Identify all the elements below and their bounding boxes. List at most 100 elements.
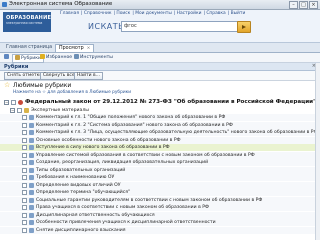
tree-checkbox[interactable] [17,108,22,113]
collapse-toggle[interactable]: − [4,100,9,105]
document-title: Управление системой образования в соотве… [36,152,255,158]
top-link[interactable]: Поиск [116,11,130,16]
folder-icon [24,108,29,113]
tree-checkbox[interactable] [22,167,27,173]
document-icon [29,152,34,158]
document-title: Комментарий к гл. 1 "Общие положения" но… [36,115,226,120]
document-icon [29,205,34,210]
tab-home-label: Главная страница [6,45,53,50]
tree-checkbox[interactable] [22,145,27,150]
scrollbar[interactable] [315,63,320,240]
tree-checkbox[interactable] [22,122,27,128]
tree-document-row[interactable]: Особенности привлечения учащихся к дисци… [0,219,320,226]
top-link[interactable]: Мои документы [135,11,172,16]
gear-icon [74,54,79,59]
document-title: Права учащихся в соответствии с новым за… [36,205,209,210]
tree-document-row[interactable]: Дисциплинарная ответственность обучающих… [0,211,320,219]
tree-checkbox[interactable] [22,152,27,158]
tree-document-row[interactable]: Комментарий к гл. 3 "Лица, осуществляющи… [0,129,320,136]
favorites-hint: Нажмите на ☆ для добавления в Любимые ру… [13,90,131,95]
document-icon [29,137,34,143]
top-link[interactable]: Главная [60,11,79,16]
tree-checkbox[interactable] [11,100,16,105]
tree-checkbox[interactable] [22,175,27,180]
document-icon [29,212,34,218]
maximize-button[interactable]: □ [299,1,308,9]
tree-checkbox[interactable] [22,197,27,203]
document-icon [29,160,34,165]
tree-document-row[interactable]: Снятие дисциплинарного взыскания [0,226,320,234]
document-title: Вступление в силу нового закона об образ… [36,145,170,150]
tree-document-row[interactable]: Определение термина "обучающийся" [0,189,320,196]
tree-document-row[interactable]: Социальные гарантии руководителям в соот… [0,196,320,204]
law-title: Федеральный закон от 29.12.2012 № 273-ФЗ… [25,99,317,105]
document-icon [29,175,34,180]
logo-subtitle: электронная система [6,21,43,25]
document-icon [29,115,34,120]
back-icon [4,54,9,59]
star-icon[interactable]: ☆ [4,82,11,89]
collapse-toggle[interactable]: − [10,108,15,113]
document-title: Требования к наименованию ОУ [36,175,115,180]
tree-checkbox[interactable] [22,130,27,135]
tree-checkbox[interactable] [22,137,27,143]
document-title: Особенности привлечения учащихся к дисци… [36,220,216,225]
tab-home[interactable]: Главная страница× [3,44,62,51]
close-tab-icon[interactable]: × [87,45,91,52]
document-title: Определение термина "обучающийся" [36,190,131,195]
top-link[interactable]: Выйти [231,11,246,16]
tree-document-row[interactable]: Вступление в силу нового закона об образ… [0,144,320,151]
tree-document-row[interactable]: Требования к наименованию ОУ [0,174,320,181]
minimize-button[interactable]: – [289,1,298,9]
top-link[interactable]: Настройки [177,11,202,16]
close-button[interactable]: × [309,1,318,9]
tree-document-row[interactable]: Комментарий к гл. 2 "Система образования… [0,121,320,129]
tree-checkbox[interactable] [22,212,27,218]
toolbar-back[interactable] [4,54,10,61]
top-link[interactable]: Справка [206,11,225,16]
tree-document-row[interactable]: Основные особенности нового закона об об… [0,136,320,144]
document-icon [29,190,34,195]
tree-checkbox[interactable] [22,182,27,188]
document-title: Комментарий к гл. 2 "Система образования… [36,122,233,128]
tree-checkbox[interactable] [22,205,27,210]
top-links: Главная | Справочник | Поиск | Мои документ… [60,11,246,16]
window-titlebar: Электронная система Образование – □ × [0,0,320,10]
collapse-all-button[interactable]: Свернуть все [40,72,78,80]
tree-document-row[interactable]: Права учащихся в соответствии с новым за… [0,204,320,211]
top-link[interactable]: Справочник [84,11,112,16]
tab-view[interactable]: Просмотр × [55,44,95,52]
search-input[interactable]: фгос [121,21,238,32]
toolbar: Рубрики Избранное Инструменты [0,53,320,63]
search-input-value: фгос [124,23,137,29]
tree-document-row[interactable]: Комментарий к гл. 1 "Общие положения" но… [0,114,320,121]
toolbar-favorites[interactable]: Избранное [40,54,72,61]
tab-view-label: Просмотр [59,46,84,51]
toolbar-tools[interactable]: Инструменты [74,54,113,61]
search-submit-button[interactable] [237,21,251,33]
toolbar-tools-label: Инструменты [80,55,113,60]
tree-document-row[interactable]: Управление системой образования в соотве… [0,151,320,159]
tree-document-row[interactable]: Создание, реорганизация, ликвидация обра… [0,159,320,166]
logo[interactable]: ОБРАЗОВАНИЕ электронная система [3,12,51,32]
tree-checkbox[interactable] [22,160,27,165]
tree-document-row[interactable]: Определение видовых отличий ОУ [0,181,320,189]
document-icon [29,145,34,150]
document-title: Комментарий к гл. 3 "Лица, осуществляющи… [36,130,318,135]
tree-checkbox[interactable] [22,190,27,195]
tree-group-node[interactable]: − Экспертные материалы [0,107,320,114]
document-icon [29,182,34,188]
tree-checkbox[interactable] [22,115,27,120]
favorites-title: Любимые рубрики [13,82,72,89]
document-title: Дисциплинарная ответственность обучающих… [36,212,155,218]
document-title: Снятие дисциплинарного взыскания [36,227,126,233]
document-icon [29,167,34,173]
window-title: Электронная система Образование [9,1,113,7]
tree-document-row[interactable]: Типы образовательных организаций [0,166,320,174]
folder-icon [15,55,20,60]
document-icon [29,220,34,225]
tree-law-node[interactable]: − Федеральный закон от 29.12.2012 № 273-… [0,98,320,107]
tree-checkbox[interactable] [22,227,27,233]
tree-checkbox[interactable] [22,220,27,225]
find-in-button[interactable]: Найти в... [74,72,103,80]
